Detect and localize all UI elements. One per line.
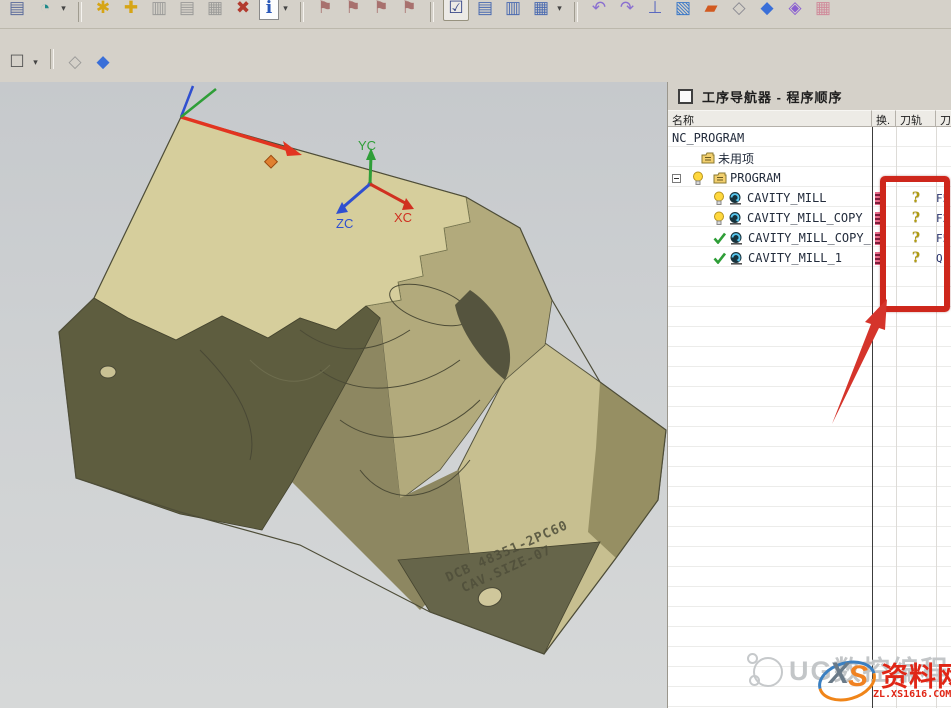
generate-toolpath-icon[interactable]: ⚑ [313, 0, 337, 21]
cavity-mill-operation-icon [728, 211, 744, 225]
program-order-view-icon[interactable]: ☑ [443, 0, 469, 21]
tree-label: CAVITY_MILL_COPY_... [748, 231, 872, 245]
program-group-icon [701, 152, 715, 164]
tree-label: CAVITY_MILL_1 [748, 251, 842, 265]
shaded-cube-icon[interactable]: ◆ [91, 49, 115, 75]
axis-label-yc: YC [358, 138, 376, 153]
cad-model[interactable]: DCB 48351-2PC60 CAV.SIZE-07 YC ZC XC [0, 82, 667, 708]
complete-check-icon [713, 252, 726, 264]
object-info-icon[interactable]: i [259, 0, 279, 20]
column-header-toolchange[interactable]: 换. [872, 110, 896, 127]
dropdown-icon[interactable]: ▾ [30, 49, 41, 75]
dropdown-icon[interactable]: ▾ [280, 0, 291, 21]
part-navigator-icon[interactable]: ▤ [5, 0, 29, 21]
history-clock-icon[interactable]: ◔ [33, 0, 57, 21]
column-header-tool[interactable]: 刀 [936, 110, 951, 127]
nx-cam-window: { "toolbar_main": { "icons": [ {"name":"… [0, 0, 951, 708]
geometry-view-icon[interactable]: ▥ [501, 0, 525, 21]
tree-label: CAVITY_MILL_COPY [747, 211, 863, 225]
cavity-mill-operation-icon [729, 251, 745, 265]
toolbar-separator [574, 2, 578, 22]
verify-toolpath-icon[interactable]: ⚑ [369, 0, 393, 21]
column-header-name[interactable]: 名称 [668, 110, 872, 127]
collapse-expander-icon[interactable] [672, 174, 681, 183]
replay-toolpath-icon[interactable]: ⚑ [341, 0, 365, 21]
tree-row-unused-items[interactable]: 未用项 [668, 148, 951, 168]
dropdown-icon[interactable]: ▾ [554, 0, 565, 21]
toolbar-separator [78, 2, 82, 22]
xs-logo-x: X [829, 657, 849, 691]
panel-icon [678, 89, 693, 104]
undo-icon[interactable]: ↶ [587, 0, 611, 21]
shaded-display-icon[interactable]: ◆ [755, 0, 779, 21]
create-tool-icon[interactable]: ✱ [91, 0, 115, 21]
tree-label: PROGRAM [730, 171, 781, 185]
axis-label-zc: ZC [336, 216, 353, 231]
lightbulb-icon[interactable] [713, 191, 725, 206]
paste-object-icon[interactable]: ▦ [203, 0, 227, 21]
axis-label-xc: XC [394, 210, 412, 225]
xs-logo-s: S [848, 660, 868, 694]
datum-stamp-icon[interactable]: ⊥ [643, 0, 667, 21]
tree-row-nc-program[interactable]: NC_PROGRAM [668, 128, 951, 148]
lightbulb-icon[interactable] [692, 171, 704, 186]
eraser-icon[interactable]: ▰ [699, 0, 723, 21]
wireframe-display-icon[interactable]: ◇ [727, 0, 751, 21]
cavity-mill-operation-icon [729, 231, 745, 245]
unshaded-cube-icon[interactable]: ◇ [63, 49, 87, 75]
watermark-logo-dot [747, 653, 758, 664]
column-header-row: 名称 换. 刀轨 刀 [668, 110, 951, 127]
main-toolbar: ▤◔▾✱✚▥▤▦✖i▾⚑⚑⚑⚑☑▤▥▦▾↶↷⊥▧▰◇◆◈▦ [0, 0, 951, 29]
layer-settings-icon[interactable]: ▧ [671, 0, 695, 21]
snap-grid-icon[interactable]: ▦ [811, 0, 835, 21]
tree-label: NC_PROGRAM [672, 131, 744, 145]
delete-object-icon[interactable]: ✖ [231, 0, 255, 21]
panel-title: 工序导航器 - 程序顺序 [702, 87, 843, 106]
tree-label: 未用项 [718, 150, 754, 167]
copy-object-icon[interactable]: ▤ [175, 0, 199, 21]
complete-check-icon [713, 232, 726, 244]
machining-method-view-icon[interactable]: ▦ [529, 0, 553, 21]
program-group-icon [713, 172, 727, 184]
toolbar-separator [300, 2, 304, 22]
pan-icon[interactable]: ◈ [783, 0, 807, 21]
edit-object-icon[interactable]: ▥ [147, 0, 171, 21]
column-header-toolpath[interactable]: 刀轨 [896, 110, 936, 127]
watermark-area: UG数控编程 X S 资料网 ZL.XS1616.COM [745, 645, 951, 708]
select-rectangle-icon[interactable]: ☐ [5, 49, 29, 75]
watermark-logo-dot [749, 675, 760, 686]
lightbulb-icon[interactable] [713, 211, 725, 226]
model-hole-left [100, 366, 116, 378]
tree-label: CAVITY_MILL [747, 191, 826, 205]
panel-title-bar[interactable]: 工序导航器 - 程序顺序 [668, 82, 951, 111]
create-operation-icon[interactable]: ✚ [119, 0, 143, 21]
postprocess-icon[interactable]: ⚑ [397, 0, 421, 21]
graphics-viewport[interactable]: DCB 48351-2PC60 CAV.SIZE-07 YC ZC XC [0, 82, 667, 708]
toolbar-separator [50, 49, 54, 69]
highlight-rectangle-annotation [880, 176, 950, 312]
toolbar-separator [430, 2, 434, 22]
operation-navigator-panel: 工序导航器 - 程序顺序 名称 换. 刀轨 刀 NC_PROGRAM 未用项 [667, 82, 951, 708]
watermark-url-text: ZL.XS1616.COM [873, 689, 951, 700]
dropdown-icon[interactable]: ▾ [58, 0, 69, 21]
machine-tool-view-icon[interactable]: ▤ [473, 0, 497, 21]
cavity-mill-operation-icon [728, 191, 744, 205]
redo-icon[interactable]: ↷ [615, 0, 639, 21]
